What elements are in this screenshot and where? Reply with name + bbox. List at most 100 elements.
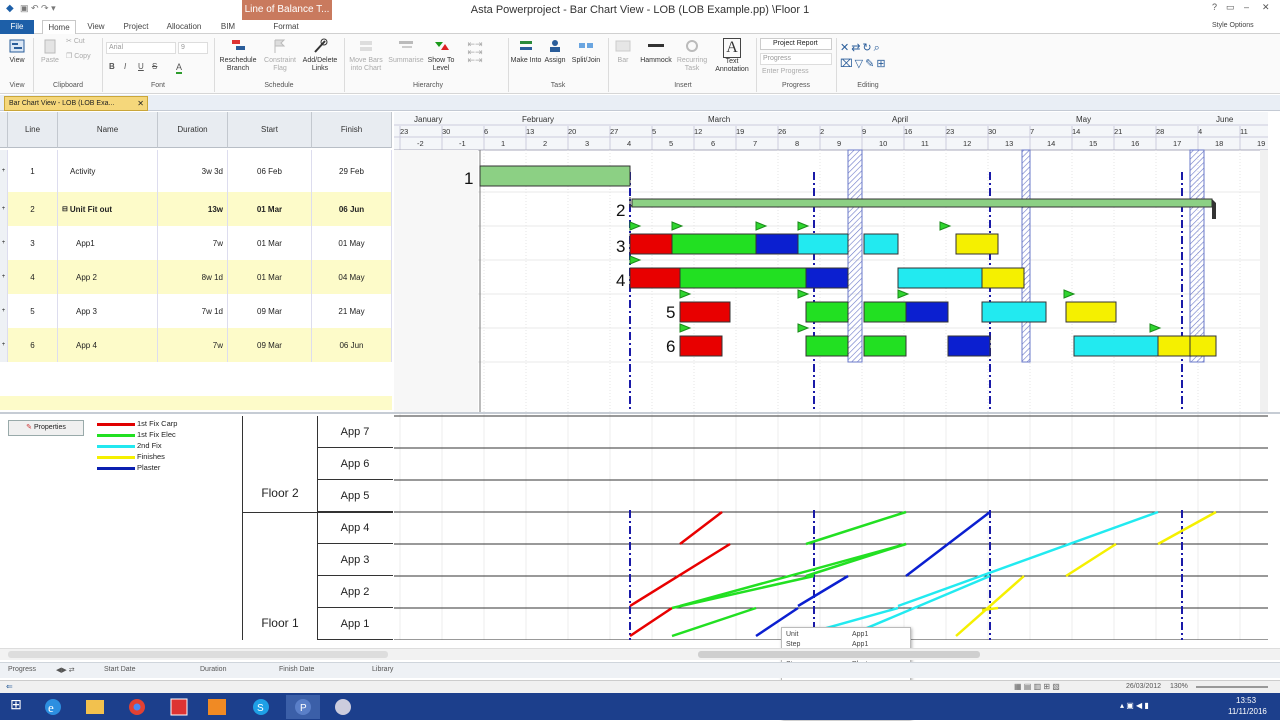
progress-filter[interactable]: Progress (8, 666, 36, 673)
collapse-icon[interactable]: ⊟ (62, 205, 68, 213)
italic-button[interactable]: I (124, 62, 126, 71)
table-row[interactable]: +5 App 3 7w 1d 09 Mar 21 May (0, 294, 392, 328)
cell-start[interactable]: 06 Feb (228, 150, 312, 192)
task-bar[interactable] (671, 233, 757, 255)
table-row[interactable]: +3 App1 7w 01 Mar 01 May (0, 226, 392, 260)
col-header-name[interactable]: Name (58, 112, 158, 148)
cell-start[interactable]: 09 Mar (228, 328, 312, 362)
cell-finish[interactable]: 01 May (312, 226, 392, 260)
cell-duration[interactable]: 7w 1d (158, 294, 228, 328)
properties-button[interactable]: ✎ Properties (8, 420, 84, 436)
cell-finish[interactable]: 21 May (312, 294, 392, 328)
zoom-slider[interactable] (1196, 686, 1268, 688)
cell-duration[interactable]: 7w (158, 328, 228, 362)
empty-row[interactable] (0, 396, 392, 410)
expand-icon[interactable]: + (0, 226, 8, 260)
task-bar[interactable] (897, 267, 983, 289)
nav-arrows-icon[interactable]: ◀▶ ⇄ (56, 666, 75, 674)
cell-finish[interactable]: 29 Feb (312, 150, 392, 192)
close-icon[interactable]: ✕ (1262, 2, 1270, 13)
font-name-select[interactable]: Arial (106, 42, 176, 54)
start-date-field[interactable]: Start Date (104, 666, 136, 673)
table-row[interactable]: +2 ⊟ Unit Fit out 13w 01 Mar 06 Jun (0, 192, 392, 226)
tab-allocation[interactable]: Allocation (162, 20, 206, 34)
tab-file[interactable]: File (0, 20, 34, 34)
bar-number-label[interactable]: 4 (616, 271, 625, 290)
expand-icon[interactable]: + (0, 260, 8, 294)
vpn-icon[interactable] (326, 695, 360, 719)
tab-home[interactable]: Home (42, 20, 76, 34)
app-shield-icon[interactable] (162, 695, 196, 719)
outlook-icon[interactable] (200, 695, 234, 719)
strike-button[interactable]: S (152, 62, 157, 71)
col-header-duration[interactable]: Duration (158, 112, 228, 148)
expand-icon[interactable]: + (0, 328, 8, 362)
add-links-button[interactable]: Add/Delete Links (300, 38, 340, 73)
make-into-button[interactable]: Make Into (510, 38, 542, 65)
move-bars-button[interactable]: Move Bars into Chart (346, 38, 386, 73)
bar-number-label[interactable]: 6 (666, 337, 675, 356)
bar-number-label[interactable]: 2 (616, 201, 625, 220)
font-size-select[interactable]: 9 (178, 42, 208, 54)
status-tools-icons[interactable]: ▦ ▤ ▥ ⊞ ▧ (1014, 682, 1060, 691)
cell-name[interactable]: ⊟ Unit Fit out (58, 192, 158, 226)
tab-bim[interactable]: BIM (214, 20, 242, 34)
cell-name[interactable]: App 2 (58, 260, 158, 294)
minimize-icon[interactable]: – (1244, 2, 1249, 12)
task-bar[interactable] (1157, 335, 1191, 357)
help-icon[interactable]: ? (1212, 2, 1217, 12)
outline-buttons[interactable]: ⇤⇥ ⇤⇥ ⇤⇥ (460, 40, 490, 65)
cell-duration[interactable]: 13w (158, 192, 228, 226)
task-bar[interactable] (905, 301, 949, 323)
task-bar[interactable] (1065, 301, 1117, 323)
task-bar[interactable] (679, 335, 723, 357)
horizontal-scrollbar[interactable] (0, 648, 1280, 660)
cut-button[interactable]: ✂ Cut (66, 38, 85, 46)
summarise-button[interactable]: Summarise (386, 38, 426, 65)
cell-name[interactable]: App 3 (58, 294, 158, 328)
tab-format[interactable]: Format (268, 20, 304, 34)
task-bar[interactable] (805, 301, 849, 323)
hammock-button[interactable]: Hammock (638, 38, 674, 65)
col-header-finish[interactable]: Finish (312, 112, 392, 148)
view-button[interactable]: View (4, 38, 30, 65)
task-bar[interactable] (863, 335, 907, 357)
task-bar[interactable] (947, 335, 991, 357)
activity-bar[interactable] (479, 165, 631, 187)
col-header-start[interactable]: Start (228, 112, 312, 148)
cell-finish[interactable]: 06 Jun (312, 328, 392, 362)
cell-start[interactable]: 01 Mar (228, 192, 312, 226)
vertical-scrollbar[interactable] (1260, 150, 1268, 412)
table-row[interactable]: +4 App 2 8w 1d 01 Mar 04 May (0, 260, 392, 294)
bar-chart[interactable]: January February March April May June23 30 6 13 2… (394, 112, 1268, 412)
task-bar[interactable] (805, 335, 849, 357)
progress-select[interactable]: Progress (760, 53, 832, 65)
task-bar[interactable] (679, 267, 807, 289)
ie-icon[interactable]: e (36, 695, 70, 719)
task-bar[interactable] (981, 267, 1025, 289)
skype-icon[interactable]: S (244, 695, 278, 719)
cell-finish[interactable]: 04 May (312, 260, 392, 294)
show-to-level-button[interactable]: Show To Level (424, 38, 458, 73)
enter-progress-button[interactable]: Enter Progress (762, 68, 809, 75)
status-arrow-icon[interactable]: ⇐ (6, 682, 13, 691)
duration-field[interactable]: Duration (200, 666, 226, 673)
reschedule-branch-button[interactable]: Reschedule Branch (218, 38, 258, 73)
tray-icons[interactable]: ▴ ▣ ◀ ▮ (1120, 701, 1149, 710)
cell-duration[interactable]: 7w (158, 226, 228, 260)
summary-bar[interactable] (631, 198, 1213, 208)
assign-button[interactable]: Assign (540, 38, 570, 65)
table-row[interactable]: +1 Activity 3w 3d 06 Feb 29 Feb (0, 150, 392, 192)
font-color-button[interactable]: A (176, 62, 183, 74)
cell-start[interactable]: 01 Mar (228, 226, 312, 260)
project-report-button[interactable]: Project Report (760, 38, 832, 50)
tab-project[interactable]: Project (118, 20, 154, 34)
finish-date-field[interactable]: Finish Date (279, 666, 314, 673)
start-button-icon[interactable]: ⊞ (4, 696, 28, 716)
task-bar[interactable] (679, 301, 731, 323)
text-annotation-button[interactable]: A Text Annotation (710, 38, 754, 74)
task-bar[interactable] (755, 233, 799, 255)
cell-name[interactable]: Activity (58, 150, 158, 192)
task-bar[interactable] (1073, 335, 1159, 357)
powerproject-icon[interactable]: P (286, 695, 320, 719)
